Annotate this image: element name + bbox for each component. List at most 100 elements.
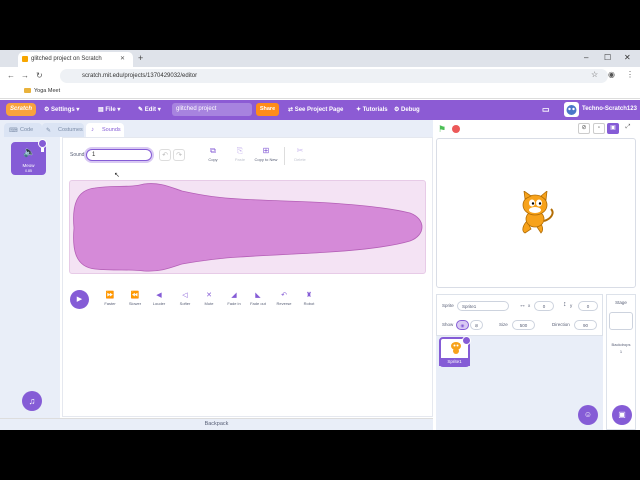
delete-sprite-icon[interactable] — [462, 336, 471, 349]
avatar[interactable] — [564, 102, 579, 117]
sound-tile-duration: 0.85 — [25, 169, 32, 173]
my-stuff-folder-icon[interactable]: ▭ — [542, 105, 550, 114]
reverse-icon: ↶ — [281, 292, 287, 299]
x-label: x — [528, 303, 531, 308]
play-sound-button[interactable]: ▶ — [70, 290, 89, 309]
effect-slower-label: Slower — [128, 301, 142, 306]
copy-button[interactable]: ⧉ Copy — [198, 147, 228, 163]
effect-softer-button[interactable]: ◁ Softer — [172, 292, 198, 306]
eye-off-icon: ⊘ — [474, 323, 479, 328]
normal-stage-icon[interactable]: ▣ — [607, 123, 619, 134]
small-stage-icon[interactable]: ▫ — [593, 123, 605, 134]
tutorials-button[interactable]: ✦ Tutorials — [356, 106, 388, 113]
faster-icon: ⏩ — [105, 292, 115, 299]
choose-sprite-button[interactable]: ☺ — [578, 405, 598, 425]
direction-label: Direction — [552, 322, 570, 327]
share-button[interactable]: Share — [256, 103, 279, 116]
forward-icon[interactable]: → — [21, 71, 29, 80]
stop-icon[interactable] — [452, 125, 460, 133]
scratch-logo[interactable]: Scratch — [6, 103, 36, 116]
x-input[interactable]: 0 — [534, 301, 554, 311]
edit-icon: ✎ — [138, 107, 145, 113]
copy-to-new-icon: ⊞ — [262, 146, 270, 155]
edit-menu[interactable]: ✎ Edit ▾ — [138, 106, 161, 113]
speaker-icon: 🔈 — [23, 147, 36, 158]
effect-louder-button[interactable]: ◀ Louder — [146, 292, 172, 306]
show-hidden-toggle[interactable]: ⊘ — [470, 320, 483, 330]
undo-button[interactable]: ↶ — [159, 149, 171, 161]
effect-robot-label: Robot — [303, 301, 315, 306]
sprite-thumbnail-cat-icon — [451, 342, 461, 354]
profile-icon[interactable]: ◉ — [608, 70, 615, 79]
swap-icon: ⇄ — [288, 107, 295, 113]
scratch-menubar: Scratch ⚙ Settings ▾ ▤ File ▾ ✎ Edit ▾ g… — [0, 100, 640, 120]
settings-menu[interactable]: ⚙ Settings ▾ — [44, 106, 79, 113]
softer-icon: ◁ — [182, 292, 188, 299]
green-flag-icon[interactable]: ⚑ — [438, 124, 446, 135]
slower-icon: ⏪ — [130, 292, 140, 299]
debug-button[interactable]: ⚙ Debug — [394, 106, 420, 113]
redo-button[interactable]: ↷ — [173, 149, 185, 161]
size-input[interactable]: 500 — [512, 320, 535, 330]
reload-icon[interactable]: ↻ — [36, 71, 43, 80]
add-sound-icon: ♫ — [28, 396, 36, 406]
effect-fade-out-button[interactable]: ◣ Fade out — [245, 292, 271, 306]
waveform-display[interactable] — [69, 180, 426, 274]
maximize-icon[interactable]: ☐ — [604, 53, 611, 62]
effect-slower-button[interactable]: ⏪ Slower — [122, 292, 148, 306]
back-icon[interactable]: ← — [7, 71, 15, 80]
x-arrows-icon: ↔ — [519, 302, 526, 309]
project-title-input[interactable]: glitched project — [172, 103, 252, 116]
fullscreen-icon[interactable]: ⤢ — [622, 123, 634, 134]
play-icon: ▶ — [76, 296, 83, 303]
trash-icon — [40, 147, 45, 152]
fade-in-icon: ◢ — [231, 292, 237, 299]
stage-canvas[interactable] — [436, 138, 636, 288]
screen: glitched project on Scratch ✕ + – ☐ ✕ ← … — [0, 50, 640, 430]
direction-input[interactable]: 90 — [574, 320, 597, 330]
fade-out-icon: ◣ — [255, 292, 261, 299]
choose-backdrop-button[interactable]: ▣ — [612, 405, 632, 425]
tab-code-label: Code — [20, 127, 34, 133]
brush-icon: ✎ — [46, 128, 52, 134]
copy-to-new-button[interactable]: ⊞ Copy to New — [251, 146, 281, 163]
stage-thumbnail[interactable] — [609, 312, 633, 330]
new-tab-icon[interactable]: + — [138, 53, 143, 63]
see-project-page-button[interactable]: ⇄ See Project Page — [288, 106, 343, 113]
sound-list — [0, 137, 60, 430]
effect-robot-button[interactable]: ♜ Robot — [296, 292, 322, 306]
bookmark-yoga-meet[interactable]: Yoga Meet — [34, 88, 60, 94]
size-label: Size — [499, 322, 508, 327]
redo-icon: ↷ — [176, 152, 182, 159]
effect-fade-in-button[interactable]: ◢ Fade in — [221, 292, 247, 306]
delete-sound-icon[interactable] — [38, 139, 47, 152]
minimize-icon[interactable]: – — [584, 53, 588, 62]
delete-button[interactable]: ✂ Delete — [285, 147, 315, 163]
speaker-icon: ♪ — [91, 127, 94, 133]
scratch-cat-sprite[interactable] — [515, 191, 559, 237]
file-menu[interactable]: ▤ File ▾ — [98, 106, 120, 113]
more-menu-icon[interactable]: ⋮ — [626, 70, 634, 79]
effect-fade-out-label: Fade out — [250, 301, 266, 306]
effect-reverse-label: Reverse — [276, 301, 292, 306]
y-input[interactable]: 0 — [578, 301, 598, 311]
url-field[interactable]: scratch.mit.edu/projects/1370429032/edit… — [60, 69, 608, 83]
close-window-icon[interactable]: ✕ — [624, 53, 631, 62]
sound-name-input[interactable]: 1 — [86, 149, 152, 161]
paste-icon: ⎘ — [236, 146, 244, 155]
username-label[interactable]: Techno-Scratch123 — [582, 106, 637, 112]
louder-icon: ◀ — [156, 292, 162, 299]
sprite-name-input[interactable]: Sprite1 — [457, 301, 509, 311]
bookmark-star-icon[interactable]: ☆ — [591, 70, 598, 79]
show-visible-toggle[interactable]: ◉ — [456, 320, 469, 330]
choose-sound-button[interactable]: ♫ — [22, 391, 42, 411]
backpack-bar[interactable]: Backpack — [0, 418, 433, 430]
effect-faster-button[interactable]: ⏩ Faster — [97, 292, 123, 306]
effect-reverse-button[interactable]: ↶ Reverse — [271, 292, 297, 306]
effect-mute-button[interactable]: ✕ Mute — [196, 292, 222, 306]
add-backdrop-icon: ▣ — [618, 410, 626, 419]
browser-tab[interactable]: glitched project on Scratch ✕ — [18, 52, 133, 67]
turbo-mode-icon[interactable]: ⊘ — [578, 123, 590, 134]
stage-title: Stage — [615, 300, 627, 305]
close-tab-icon[interactable]: ✕ — [120, 55, 125, 62]
